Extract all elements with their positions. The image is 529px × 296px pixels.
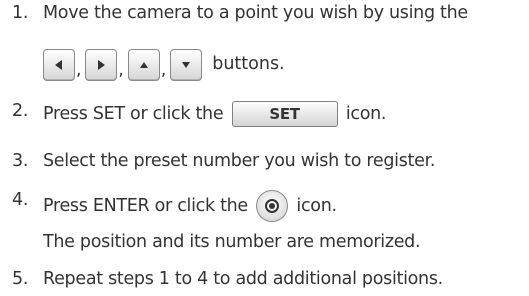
- step-note: The position and its number are memorize…: [43, 232, 421, 252]
- separator: ,: [160, 60, 167, 80]
- enter-button-icon: [256, 190, 289, 222]
- step-number: 4.: [12, 190, 29, 210]
- step-number: 5.: [12, 269, 29, 289]
- step-text: Press ENTER or click the icon.: [43, 190, 337, 222]
- step-text: Move the camera to a point you wish by u…: [43, 3, 468, 23]
- step-text-after: icon.: [296, 196, 337, 216]
- separator: ,: [76, 60, 82, 80]
- set-button-icon: SET: [231, 101, 338, 127]
- step-number: 2.: [12, 101, 29, 121]
- step-number: 3.: [12, 151, 29, 171]
- separator: ,: [118, 60, 124, 80]
- right-arrow-icon: [85, 49, 118, 81]
- instruction-list: 1. Move the camera to a point you wish b…: [0, 0, 529, 296]
- step-text: Press SET or click the SET icon.: [43, 101, 386, 127]
- step-number: 1.: [12, 3, 29, 23]
- arrow-buttons-row: , , , buttons.: [43, 47, 285, 81]
- step-text-buttons: buttons.: [212, 54, 285, 74]
- step-text-after: icon.: [345, 104, 387, 124]
- step-text: Repeat steps 1 to 4 to add additional po…: [43, 269, 443, 289]
- step-text-before: Press ENTER or click the: [43, 196, 248, 216]
- step-text-before: Press SET or click the: [43, 104, 224, 124]
- up-arrow-icon: [127, 49, 160, 81]
- step-text: Select the preset number you wish to reg…: [43, 151, 436, 171]
- left-arrow-icon: [43, 49, 75, 81]
- down-arrow-icon: [170, 49, 203, 81]
